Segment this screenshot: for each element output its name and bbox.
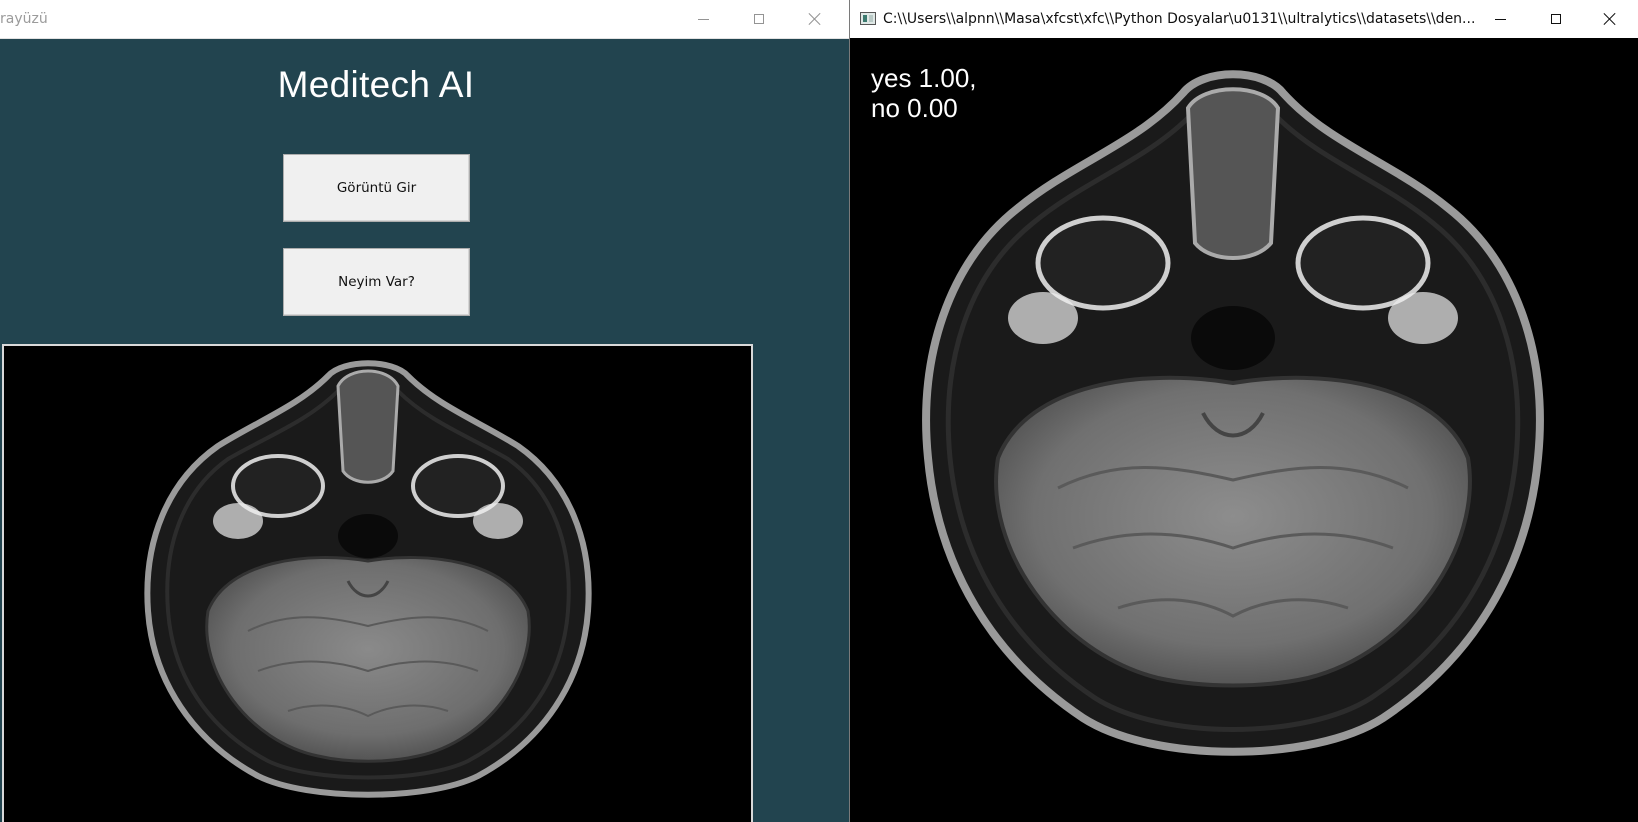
mri-image-panel	[2, 344, 753, 822]
maximize-icon	[1551, 14, 1561, 24]
mri-scan-result-image	[850, 38, 1638, 822]
maximize-button[interactable]	[731, 0, 787, 38]
result-window: C:\\Users\\alpnn\\Masa\xfcst\xfc\\Python…	[850, 0, 1638, 822]
minimize-button[interactable]	[1472, 0, 1528, 38]
minimize-icon	[1494, 18, 1506, 20]
load-image-button[interactable]: Görüntü Gir	[283, 154, 470, 222]
prediction-no: no 0.00	[871, 93, 958, 123]
maximize-icon	[754, 14, 764, 24]
diagnose-button[interactable]: Neyim Var?	[283, 248, 470, 316]
maximize-button[interactable]	[1528, 0, 1584, 38]
main-window: rayüzü Meditech AI Görüntü Gir Neyim Var…	[0, 0, 850, 822]
mri-scan-image	[4, 346, 751, 822]
result-image-view	[850, 38, 1638, 822]
main-window-titlebar[interactable]: rayüzü	[0, 0, 849, 39]
close-button[interactable]	[1582, 0, 1638, 38]
result-window-titlebar[interactable]: C:\\Users\\alpnn\\Masa\xfcst\xfc\\Python…	[850, 0, 1638, 39]
close-button[interactable]	[787, 0, 843, 38]
main-window-title: rayüzü	[0, 11, 48, 27]
result-window-title: C:\\Users\\alpnn\\Masa\xfcst\xfc\\Python…	[883, 11, 1476, 27]
app-title: Meditech AI	[277, 64, 475, 105]
minimize-icon	[697, 18, 709, 20]
prediction-yes: yes 1.00,	[871, 63, 977, 93]
minimize-button[interactable]	[675, 0, 731, 38]
close-icon	[808, 12, 822, 26]
close-icon	[1603, 12, 1617, 26]
app-icon	[860, 12, 876, 25]
